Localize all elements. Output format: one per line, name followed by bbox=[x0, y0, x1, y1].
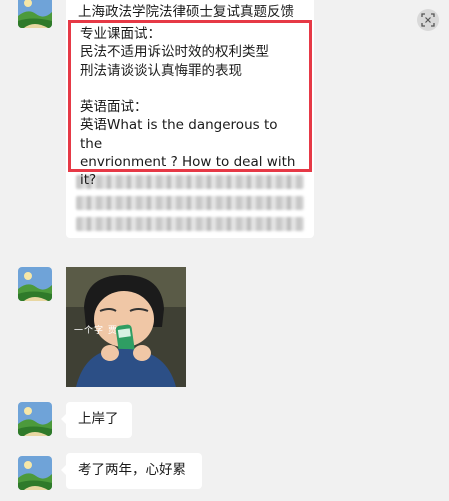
text-line: 专业课面试： bbox=[80, 26, 161, 42]
sticker-image[interactable]: 一个字 贾 bbox=[66, 267, 186, 387]
message-bubble[interactable]: 考了两年，心好累 bbox=[61, 453, 202, 489]
bubble-tail bbox=[61, 414, 66, 424]
text-line: 英语面试： bbox=[80, 99, 148, 116]
text-line: envrionment ? How to deal with bbox=[80, 154, 296, 171]
sticker-caption: 一个字 贾 bbox=[74, 326, 118, 336]
message-text: 考了两年，心好累 bbox=[78, 462, 186, 478]
blurred-text bbox=[76, 217, 304, 231]
landscape-avatar-icon bbox=[18, 402, 52, 436]
message-text: 上岸了 bbox=[78, 411, 119, 427]
bubble-tail bbox=[61, 465, 66, 475]
text-line bbox=[80, 80, 303, 98]
landscape-avatar-icon bbox=[18, 0, 52, 28]
avatar[interactable] bbox=[18, 402, 52, 436]
avatar[interactable] bbox=[18, 267, 52, 301]
blurred-text bbox=[76, 196, 304, 210]
expand-icon bbox=[421, 13, 435, 27]
message-bubble[interactable]: 上岸了 bbox=[61, 402, 132, 438]
avatar[interactable] bbox=[18, 456, 52, 490]
avatar[interactable] bbox=[18, 0, 52, 28]
landscape-avatar-icon bbox=[18, 456, 52, 490]
highlighted-text: 专业课面试： 民法不适用诉讼时效的权利类型 刑法请谈谈认真悔罪的表现 英语面试：… bbox=[80, 25, 303, 190]
text-line: 英语What is the dangerous to the bbox=[80, 117, 278, 152]
highlight-box: 专业课面试： 民法不适用诉讼时效的权利类型 刑法请谈谈认真悔罪的表现 英语面试：… bbox=[68, 20, 312, 188]
expand-button[interactable] bbox=[417, 9, 439, 31]
landscape-avatar-icon bbox=[18, 267, 52, 301]
text-line: it? bbox=[80, 172, 97, 189]
text-line: 刑法请谈谈认真悔罪的表现 bbox=[80, 62, 242, 79]
text-line: 民法不适用诉讼时效的权利类型 bbox=[80, 44, 269, 61]
